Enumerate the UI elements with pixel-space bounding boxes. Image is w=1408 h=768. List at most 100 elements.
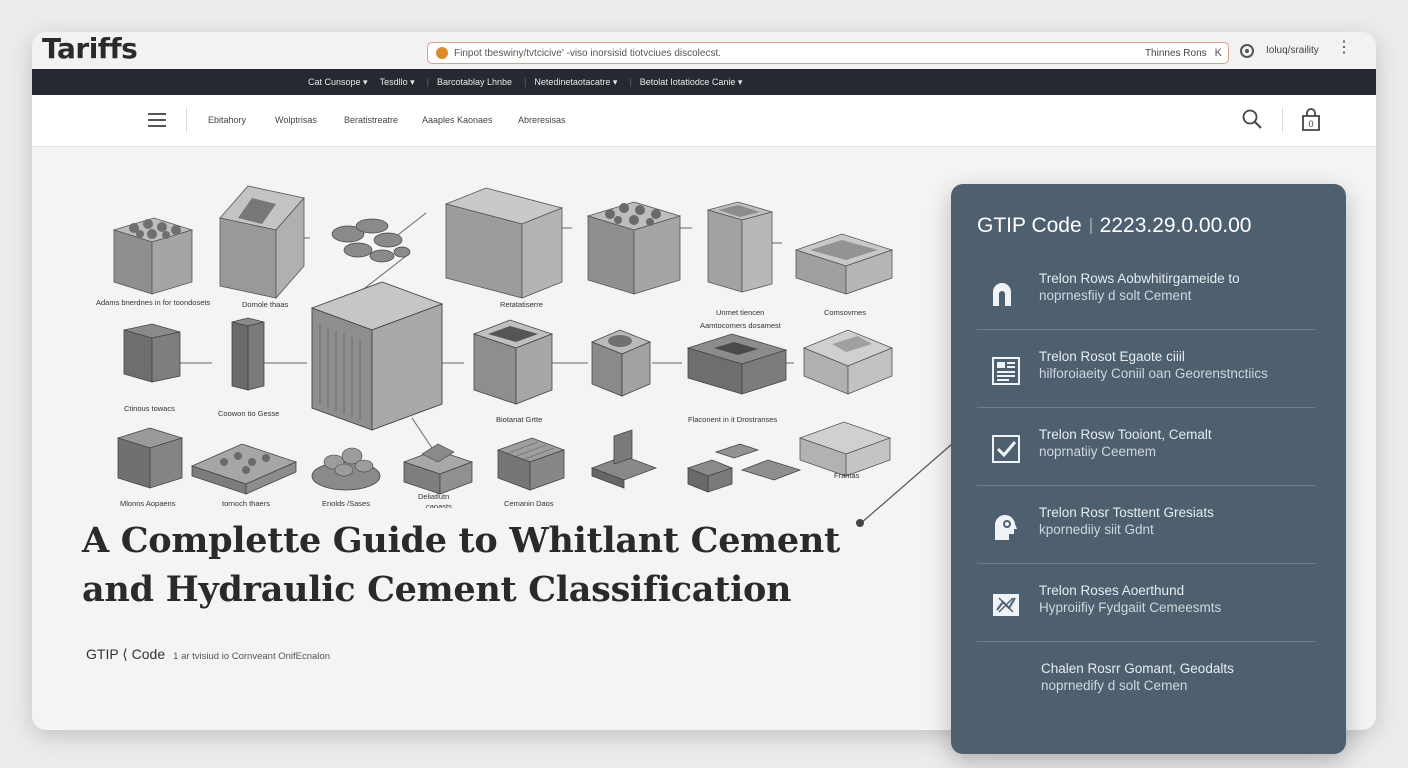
diagram-caption: Unmet tiencen — [716, 308, 764, 317]
panel-row-text: Trelon Rows Aobwhitirgameide to noprnesf… — [1039, 270, 1240, 304]
topnav-item[interactable]: Tesdllo ▾ — [380, 77, 415, 88]
panel-row[interactable]: Trelon Roses Aoerthund Hyproiifiy Fydgai… — [977, 564, 1315, 642]
top-navigation-bar: Cat Cunsope ▾ Tesdllo ▾ | Barcotablay Lh… — [32, 69, 1376, 95]
cement-block-shape — [116, 427, 184, 489]
row-line-2: noprnatiiy Ceemem — [1039, 444, 1157, 459]
cement-block-shape — [402, 443, 474, 495]
panel-row[interactable]: Trelon Rosr Tosttent Gresiats kpornediiy… — [977, 486, 1315, 564]
panel-code-label: GTIP Code — [977, 214, 1082, 237]
cement-block-shape — [190, 443, 298, 495]
row-line-2: noprnesfiiy d solt Cement — [1039, 288, 1192, 303]
diagram-caption: Domole thaas — [242, 300, 289, 309]
svg-text:0: 0 — [1308, 119, 1313, 129]
cement-block-shape — [231, 317, 265, 391]
diagram-caption: tornoch thaers — [222, 499, 270, 508]
row-line-1: Trelon Roses Aoerthund — [1039, 583, 1185, 598]
article-headline: A Complette Guide to Whitlant Cement and… — [82, 516, 862, 614]
row-line-2: hilforoiaeity Coniil oan Georenstnctiics — [1039, 366, 1268, 381]
callout-connector — [859, 443, 953, 525]
address-bar[interactable]: Finpot tbeswiny/tvtcicive' -viso inorsis… — [427, 42, 1229, 64]
diagram-caption: Cemanin Daos — [504, 499, 554, 508]
diagram-caption: Adams bnerdnes in for toondosets — [96, 298, 210, 307]
site-favicon-icon — [436, 47, 448, 59]
topnav-item[interactable]: Netedinetaotacatre ▾ — [534, 77, 617, 88]
url-text[interactable]: Finpot tbeswiny/tvtcicive' -viso inorsis… — [454, 48, 1145, 59]
topnav-divider: | — [426, 77, 429, 87]
cement-block-shape — [590, 429, 658, 489]
callout-anchor-dot — [856, 519, 864, 527]
diagram-caption: Biotanat Grtte — [496, 415, 542, 424]
search-icon[interactable] — [1242, 109, 1262, 129]
row-line-2: kpornediiy siit Gdnt — [1039, 522, 1154, 537]
diagram-caption: Coowon tio Gesse — [218, 409, 279, 418]
row-line-1: Trelon Rosw Tooiont, Cemalt — [1039, 427, 1212, 442]
panel-header: GTIP Code 2223.29.0.00.00 — [977, 214, 1251, 238]
panel-row[interactable]: Trelon Rosw Tooiont, Cemalt noprnatiiy C… — [977, 408, 1315, 486]
app-title: Tariffs — [42, 32, 138, 65]
nav-item[interactable]: Abreresisas — [518, 115, 566, 125]
panel-row[interactable]: Trelon Rows Aobwhitirgameide to noprnesf… — [977, 252, 1315, 330]
topnav-item[interactable]: Barcotablay Lhnbe — [437, 77, 512, 87]
panel-header-divider — [1089, 218, 1092, 234]
cement-block-shape — [331, 218, 411, 263]
diagram-caption: Mlonns Aopaens — [120, 499, 176, 508]
diagram-caption: Deliatlutn — [418, 492, 449, 501]
headline-line: A Complette Guide to Whitlant Cement — [82, 520, 840, 561]
nav-divider — [1282, 107, 1283, 133]
panel-row-text: Trelon Rosw Tooiont, Cemalt noprnatiiy C… — [1039, 426, 1212, 460]
menu-kebab-icon[interactable]: ⋮ — [1336, 40, 1352, 56]
row-line-1: Trelon Rosr Tosttent Gresiats — [1039, 505, 1214, 520]
headline-line: and Hydraulic Cement Classification — [82, 569, 792, 610]
panel-row-text: Trelon Rosr Tosttent Gresiats kpornediiy… — [1039, 504, 1214, 538]
nav-item[interactable]: Beratistreatre — [344, 115, 398, 125]
diagram-caption: Flaconent in it Drostranses — [688, 415, 777, 424]
panel-row-text: Trelon Roses Aoerthund Hyproiifiy Fydgai… — [1039, 582, 1221, 616]
gtip-code-label: GTIP ⟨ Code — [86, 646, 166, 662]
panel-row[interactable]: Chalen Rosrr Gomant, Geodalts noprnedify… — [977, 642, 1315, 720]
row-line-2: Hyproiifiy Fydgaiit Cemeesmts — [1039, 600, 1222, 615]
cement-classification-diagram: Adams bnerdnes in for toondosets Domole … — [96, 185, 894, 508]
panel-row-text: Trelon Rosot Egaote ciiil hilforoiaeity … — [1039, 348, 1268, 382]
hamburger-menu-icon[interactable] — [148, 113, 166, 127]
url-clear-icon[interactable]: K — [1215, 47, 1222, 59]
url-right-text: Thinnes Rons — [1144, 47, 1207, 59]
row-line-1: Trelon Rows Aobwhitirgameide to — [1039, 271, 1240, 286]
cement-block-shape — [444, 187, 564, 299]
row-line-1: Chalen Rosrr Gomant, Geodalts — [1041, 661, 1234, 676]
cement-block-shape — [472, 319, 554, 405]
cement-block-shape — [706, 201, 774, 293]
arch-icon — [993, 283, 1011, 306]
browser-chrome: Tariffs Finpot tbeswiny/tvtcicive' -viso… — [32, 32, 1376, 69]
row-line-2: noprnedify d solt Cemen — [1041, 678, 1188, 693]
cement-block-shape — [219, 185, 305, 300]
topnav-item[interactable]: Cat Cunsope ▾ — [308, 77, 368, 88]
panel-code-value: 2223.29.0.00.00 — [1099, 214, 1252, 237]
cement-block-shape — [802, 329, 894, 395]
shopping-bag-icon[interactable]: 0 — [1300, 108, 1322, 132]
main-navigation: Ebitahory Wolptrisas Beratistreatre Aaap… — [32, 95, 1376, 147]
cement-block-shape — [123, 323, 181, 383]
diagram-caption: Enolds /Sases — [322, 499, 370, 508]
cement-block-shape — [112, 217, 194, 295]
cement-block-shape — [794, 233, 894, 295]
cement-block-shape — [586, 201, 682, 295]
head-gear-icon — [994, 514, 1017, 540]
row-line-1: Trelon Rosot Egaote ciiil — [1039, 349, 1185, 364]
nav-item[interactable]: Wolptrisas — [275, 115, 317, 125]
panel-row[interactable]: Trelon Rosot Egaote ciiil hilforoiaeity … — [977, 330, 1315, 408]
profile-icon[interactable] — [1240, 44, 1254, 58]
nav-item[interactable]: Ebitahory — [208, 115, 246, 125]
nav-item[interactable]: Aaaples Kaonaes — [422, 115, 493, 125]
cement-block-shape — [310, 281, 444, 431]
cement-block-shape — [496, 437, 566, 491]
topnav-divider: | — [524, 77, 527, 87]
profile-label[interactable]: Ioluq/sraility — [1266, 45, 1319, 56]
panel-row-text: Chalen Rosrr Gomant, Geodalts noprnedify… — [1041, 660, 1234, 694]
article-subline: GTIP ⟨ Code 1 ar tvisiud io Cornveant On… — [86, 646, 330, 663]
diagram-caption: Aamtocomers dosamest — [700, 321, 782, 330]
cement-block-shape — [311, 447, 381, 491]
diagram-caption: Ctinous towacs — [124, 404, 175, 413]
gtip-code-description: 1 ar tvisiud io Cornveant OnifEcnalon — [173, 651, 330, 662]
topnav-item[interactable]: Betolat Iotatiodce Canie ▾ — [640, 77, 743, 88]
diagram-caption: Comsovrnes — [824, 308, 866, 317]
